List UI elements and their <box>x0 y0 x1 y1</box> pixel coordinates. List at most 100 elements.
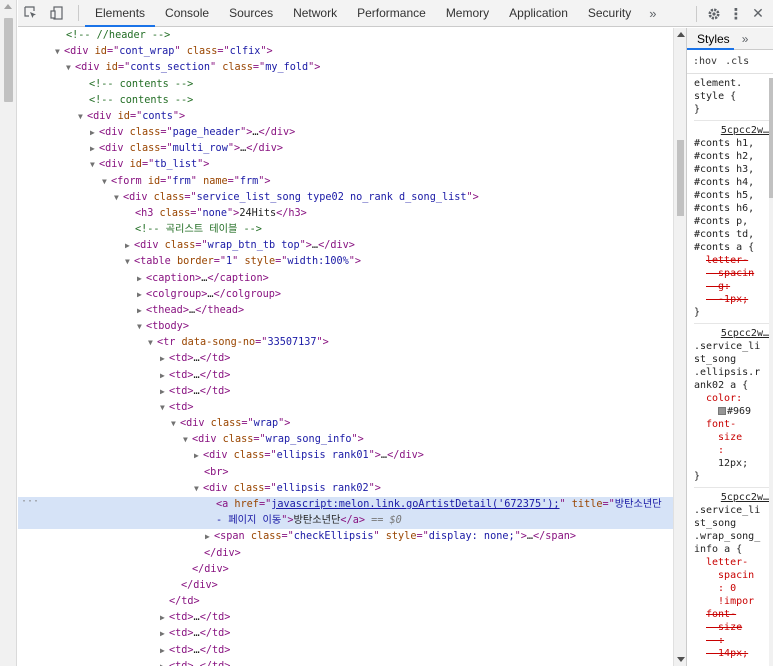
collapsed-triangle-icon[interactable]: ▶ <box>90 125 99 141</box>
settings-gear-icon[interactable] <box>703 0 725 27</box>
tab-console[interactable]: Console <box>155 0 219 27</box>
tree-line[interactable]: <br> <box>18 465 673 481</box>
tree-line[interactable]: ▶<td>…</td> <box>18 610 673 626</box>
more-tabs-button[interactable]: » <box>641 0 664 27</box>
expand-triangle-icon[interactable]: ▼ <box>55 44 64 60</box>
tree-line[interactable]: <!-- contents --> <box>18 93 673 109</box>
scrollbar-thumb[interactable] <box>769 78 773 198</box>
tree-line[interactable]: <h3 class="none">24Hits</h3> <box>18 206 673 222</box>
more-actions-ellipsis-icon[interactable]: ··· <box>21 494 39 510</box>
tree-line[interactable]: ▶<td>…</td> <box>18 643 673 659</box>
expand-triangle-icon[interactable]: ▼ <box>171 416 180 432</box>
scroll-up-arrow-icon[interactable] <box>4 4 12 9</box>
tree-line[interactable]: ▶<td>…</td> <box>18 368 673 384</box>
inspect-element-icon[interactable] <box>18 0 44 27</box>
tree-line[interactable]: ▶<td>…</td> <box>18 626 673 642</box>
tree-line[interactable]: ▼ <div id="conts"> <box>18 109 673 125</box>
tree-line[interactable]: ▼ <div class="ellipsis rank02"> <box>18 481 673 497</box>
tree-line[interactable]: ▶ <span class="checkEllipsis" style="disp… <box>18 529 673 545</box>
tree-line[interactable]: ▶ <div class="multi_row">…</div> <box>18 141 673 157</box>
collapsed-triangle-icon[interactable]: ▶ <box>125 238 134 254</box>
font-size-property[interactable]: font- size : <box>694 418 773 457</box>
tree-line[interactable]: ▼ <tr data-song-no="33507137"> <box>18 335 673 351</box>
collapsed-triangle-icon[interactable]: ▶ <box>160 384 169 400</box>
tree-line[interactable]: </div> <box>18 562 673 578</box>
rule-source-link[interactable]: 5cpcc2w… <box>694 327 773 340</box>
scrollbar-thumb[interactable] <box>677 140 684 216</box>
tree-line[interactable]: ▶ <div class="ellipsis rank01">…</div> <box>18 448 673 464</box>
expand-triangle-icon[interactable]: ▼ <box>114 190 123 206</box>
tab-elements[interactable]: Elements <box>85 0 156 27</box>
tree-line[interactable]: <!-- //header --> <box>18 28 673 44</box>
rule-source-link[interactable]: 5cpcc2w… <box>694 491 773 504</box>
expand-triangle-icon[interactable]: ▼ <box>194 481 203 497</box>
tree-line[interactable]: ▶ <thead>…</thead> <box>18 303 673 319</box>
tab-security[interactable]: Security <box>578 0 641 27</box>
collapsed-triangle-icon[interactable]: ▶ <box>160 368 169 384</box>
tree-line[interactable]: ▼ <div class="wrap"> <box>18 416 673 432</box>
tab-performance[interactable]: Performance <box>347 0 436 27</box>
tab-network[interactable]: Network <box>283 0 347 27</box>
selected-tree-line[interactable]: ··· <a href="javascript:melon.link.goArt… <box>18 494 673 530</box>
color-property[interactable]: color: <box>694 392 773 405</box>
tree-line[interactable]: ▼ <table border="1" style="width:100%"> <box>18 254 673 270</box>
artist-detail-link[interactable]: javascript:melon.link.goArtistDetail('67… <box>271 499 559 510</box>
collapsed-triangle-icon[interactable]: ▶ <box>160 659 169 666</box>
collapsed-triangle-icon[interactable]: ▶ <box>137 287 146 303</box>
tree-line[interactable]: </td> <box>18 594 673 610</box>
hover-state-toggle[interactable]: :hov <box>693 56 717 67</box>
collapsed-triangle-icon[interactable]: ▶ <box>160 351 169 367</box>
tree-line[interactable]: ▼ <div id="conts_section" class="my_fold"… <box>18 60 673 76</box>
expand-triangle-icon[interactable]: ▼ <box>148 335 157 351</box>
tree-line[interactable]: ▶ <colgroup>…</colgroup> <box>18 287 673 303</box>
tree-line[interactable]: ▶<td>…</td> <box>18 384 673 400</box>
collapsed-triangle-icon[interactable]: ▶ <box>194 448 203 464</box>
tree-line[interactable]: ▶ <div class="wrap_btn_tb top">…</div> <box>18 238 673 254</box>
expand-triangle-icon[interactable]: ▼ <box>78 109 87 125</box>
collapsed-triangle-icon[interactable]: ▶ <box>160 643 169 659</box>
tree-line[interactable]: ▼ <div class="wrap_song_info"> <box>18 432 673 448</box>
expand-triangle-icon[interactable]: ▼ <box>66 60 75 76</box>
tree-line[interactable]: <!-- contents --> <box>18 77 673 93</box>
collapsed-triangle-icon[interactable]: ▶ <box>137 303 146 319</box>
rule-source-link[interactable]: 5cpcc2w… <box>694 124 773 137</box>
tab-styles[interactable]: Styles <box>687 28 734 50</box>
page-scrollbar[interactable] <box>0 0 17 666</box>
collapsed-triangle-icon[interactable]: ▶ <box>137 271 146 287</box>
font-size-value[interactable]: 12px; <box>694 457 773 470</box>
tree-line[interactable]: ▶ <caption>…</caption> <box>18 271 673 287</box>
expand-triangle-icon[interactable]: ▼ <box>90 157 99 173</box>
tree-line[interactable]: ▼ <td> <box>18 400 673 416</box>
class-toggle[interactable]: .cls <box>725 56 749 67</box>
collapsed-triangle-icon[interactable]: ▶ <box>160 610 169 626</box>
color-value[interactable]: #969 <box>727 406 751 417</box>
scroll-down-arrow-icon[interactable] <box>677 657 685 662</box>
color-swatch-icon[interactable] <box>718 407 726 415</box>
tree-line[interactable]: ▶<td>…</td> <box>18 659 673 666</box>
collapsed-triangle-icon[interactable]: ▶ <box>90 141 99 157</box>
close-devtools-icon[interactable]: ✕ <box>747 0 769 27</box>
collapsed-triangle-icon[interactable]: ▶ <box>160 626 169 642</box>
scroll-up-arrow-icon[interactable] <box>677 32 685 37</box>
collapsed-triangle-icon[interactable]: ▶ <box>205 529 214 545</box>
expand-triangle-icon[interactable]: ▼ <box>160 400 169 416</box>
scrollbar-thumb[interactable] <box>4 18 13 102</box>
elements-scrollbar[interactable] <box>673 28 686 666</box>
tree-line[interactable]: <!-- 곡리스트 테이블 --> <box>18 222 673 238</box>
device-toolbar-icon[interactable] <box>44 0 70 27</box>
tab-application[interactable]: Application <box>499 0 578 27</box>
more-sidebar-tabs-button[interactable]: » <box>734 32 749 46</box>
customize-menu-kebab-icon[interactable]: ⋮ <box>725 0 747 27</box>
tree-line[interactable]: ▶<td>…</td> <box>18 351 673 367</box>
tree-line[interactable]: ▼ <form id="frm" name="frm"> <box>18 174 673 190</box>
tree-line[interactable]: ▼ <div id="cont_wrap" class="clfix"> <box>18 44 673 60</box>
tree-line[interactable]: ▼ <div class="service_list_song type02 no… <box>18 190 673 206</box>
expand-triangle-icon[interactable]: ▼ <box>137 319 146 335</box>
styles-scrollbar[interactable] <box>769 78 773 666</box>
tree-line[interactable]: ▼ <div id="tb_list"> <box>18 157 673 173</box>
expand-triangle-icon[interactable]: ▼ <box>125 254 134 270</box>
overridden-property[interactable]: letter- spacin g: -1px; <box>694 254 773 306</box>
expand-triangle-icon[interactable]: ▼ <box>102 174 111 190</box>
tab-sources[interactable]: Sources <box>219 0 283 27</box>
tree-line[interactable]: </div> <box>18 578 673 594</box>
